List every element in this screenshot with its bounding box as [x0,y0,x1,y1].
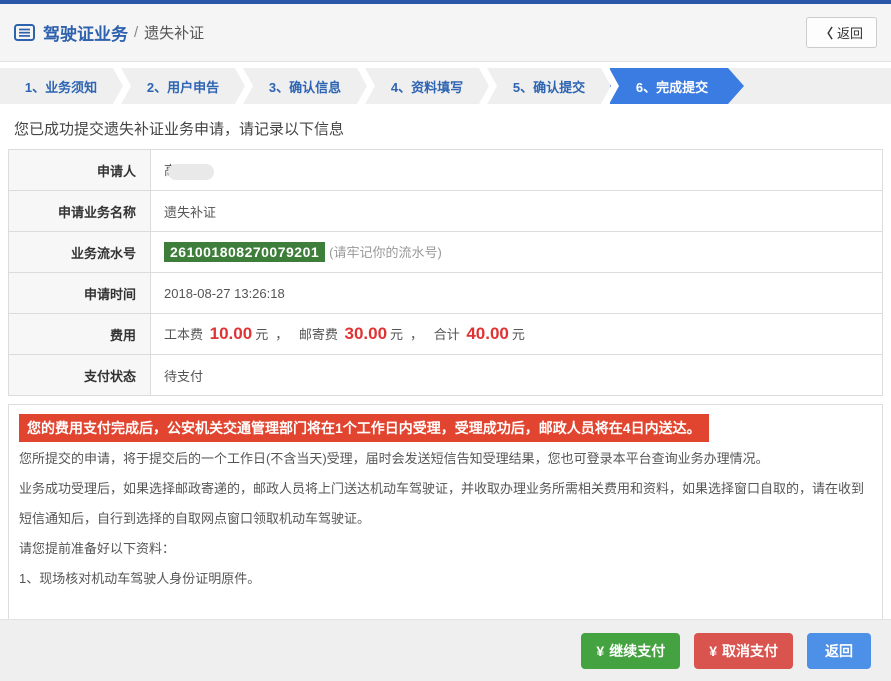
pay-status-value: 待支付 [151,355,883,396]
row-label: 业务流水号 [9,232,151,273]
fee-item2-amount: 30.00 [344,324,387,343]
fee-total-amount: 40.00 [466,324,509,343]
fee-separator: ， [275,327,288,342]
step-tab-1[interactable]: 1、业务须知 [0,68,122,104]
continue-pay-label: 继续支付 [609,643,665,659]
step-label: 6、完成提交 [636,77,708,96]
step-label: 2、用户申告 [147,77,219,96]
fee-unit: 元 [255,327,268,342]
page: 驾驶证业务 / 遗失补证 〈返回 1、业务须知 2、用户申告 3、确认信息 4、… [0,0,891,681]
fee-item1-amount: 10.00 [210,324,253,343]
table-row-time: 申请时间 2018-08-27 13:26:18 [9,273,883,314]
serial-number-badge: 261001808270079201 [164,242,325,262]
table-row-business: 申请业务名称 遗失补证 [9,191,883,232]
yen-icon: ¥ [709,643,717,659]
step-tab-3[interactable]: 3、确认信息 [244,68,366,104]
fee-total-label: 合计 [434,327,460,342]
table-row-status: 支付状态 待支付 [9,355,883,396]
step-bar: 1、业务须知 2、用户申告 3、确认信息 4、资料填写 5、确认提交 6、完成提… [0,68,891,104]
serial-note: (请牢记你的流水号) [329,245,442,260]
cancel-pay-button[interactable]: ¥ 取消支付 [694,633,793,669]
info-table: 申请人 高 申请业务名称 遗失补证 业务流水号 2610018082700792… [8,149,883,396]
alert-banner: 您的费用支付完成后，公安机关交通管理部门将在1个工作日内受理，受理成功后，邮政人… [19,414,709,442]
back-button-label: 返回 [837,26,863,41]
page-title: 驾驶证业务 [43,20,128,45]
continue-pay-button[interactable]: ¥ 继续支付 [581,633,680,669]
row-label: 支付状态 [9,355,151,396]
redaction-blur [168,164,214,180]
applicant-value: 高 [151,150,883,191]
step-label: 5、确认提交 [513,77,585,96]
footer-action-bar: ¥ 继续支付 ¥ 取消支付 返回 [0,619,891,681]
table-row-fee: 费用 工本费 10.00元， 邮寄费 30.00元， 合计 40.00元 [9,314,883,355]
step-tab-6-active[interactable]: 6、完成提交 [610,68,744,104]
table-row-serial: 业务流水号 261001808270079201 (请牢记你的流水号) [9,232,883,273]
fee-unit: 元 [512,327,525,342]
fee-separator: ， [410,327,423,342]
fee-item2-label: 邮寄费 [299,327,338,342]
row-label: 申请时间 [9,273,151,314]
notice-paragraph: 1、现场核对机动车驾驶人身份证明原件。 [19,564,872,594]
apply-time-value: 2018-08-27 13:26:18 [151,273,883,314]
step-tab-5[interactable]: 5、确认提交 [488,68,610,104]
breadcrumb-separator: / [134,24,138,41]
table-row-applicant: 申请人 高 [9,150,883,191]
success-message: 您已成功提交遗失补证业务申请，请记录以下信息 [14,118,877,139]
notice-paragraph: 请您提前准备好以下资料： [19,534,872,564]
business-value: 遗失补证 [151,191,883,232]
notice-paragraph: 您所提交的申请，将于提交后的一个工作日(不含当天)受理，届时会发送短信告知受理结… [19,444,872,474]
fee-unit: 元 [390,327,403,342]
return-button-label: 返回 [825,643,853,659]
list-icon [14,24,35,41]
back-button[interactable]: 〈返回 [806,17,877,48]
fee-item1-label: 工本费 [164,327,203,342]
row-label: 申请人 [9,150,151,191]
step-label: 4、资料填写 [391,77,463,96]
yen-icon: ¥ [596,643,604,659]
header: 驾驶证业务 / 遗失补证 〈返回 [0,4,891,62]
step-tab-4[interactable]: 4、资料填写 [366,68,488,104]
page-subtitle: 遗失补证 [144,22,204,43]
row-label: 费用 [9,314,151,355]
step-label: 3、确认信息 [269,77,341,96]
chevron-left-icon: 〈 [820,26,833,41]
cancel-pay-label: 取消支付 [722,643,778,659]
return-button[interactable]: 返回 [807,633,871,669]
main-content: 您已成功提交遗失补证业务申请，请记录以下信息 申请人 高 申请业务名称 遗失补证… [0,118,891,656]
step-tab-2[interactable]: 2、用户申告 [122,68,244,104]
notice-paragraph: 业务成功受理后，如果选择邮政寄递的，邮政人员将上门送达机动车驾驶证，并收取办理业… [19,474,872,534]
row-label: 申请业务名称 [9,191,151,232]
fee-value: 工本费 10.00元， 邮寄费 30.00元， 合计 40.00元 [151,314,883,355]
serial-value: 261001808270079201 (请牢记你的流水号) [151,232,883,273]
step-label: 1、业务须知 [25,77,97,96]
